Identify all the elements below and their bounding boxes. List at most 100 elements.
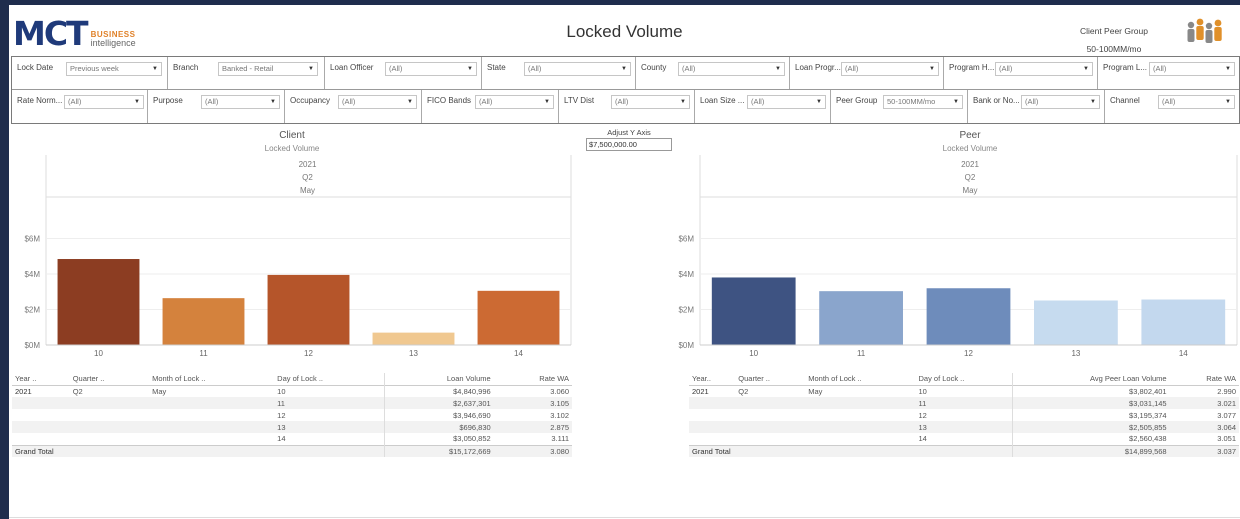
filter-fico-bands: FICO Bands (All) ▼ bbox=[422, 90, 559, 123]
peer-x-tick-label: 12 bbox=[964, 349, 973, 358]
volume-cell: $4,840,996 bbox=[453, 386, 491, 396]
branch-dropdown[interactable]: Banked - Retail ▼ bbox=[218, 62, 318, 76]
table-row: 11 $3,031,145 3.021 bbox=[689, 397, 1239, 409]
chevron-down-icon: ▼ bbox=[308, 66, 314, 72]
filter-ltv-dist: LTV Dist (All) ▼ bbox=[559, 90, 695, 123]
volume-cell: $696,830 bbox=[459, 422, 491, 432]
peer-chart-subtitle: Locked Volume bbox=[942, 144, 998, 153]
column-header[interactable]: Quarter .. bbox=[735, 373, 805, 385]
column-header[interactable]: Loan Volume bbox=[384, 373, 496, 385]
column-header[interactable]: Month of Lock .. bbox=[805, 373, 915, 385]
bank-or-no-dropdown[interactable]: (All) ▼ bbox=[1021, 95, 1100, 109]
column-header[interactable]: Day of Lock .. bbox=[915, 373, 1014, 385]
peer-bar-10[interactable] bbox=[711, 277, 796, 345]
peer-y-tick-label: $2M bbox=[678, 305, 694, 314]
rate-cell: 2.875 bbox=[550, 422, 569, 432]
program-h-dropdown[interactable]: (All) ▼ bbox=[995, 62, 1093, 76]
table-row: 13 $2,505,855 3.064 bbox=[689, 421, 1239, 433]
column-header[interactable]: Avg Peer Loan Volume bbox=[1013, 373, 1173, 385]
occupancy-dropdown[interactable]: (All) ▼ bbox=[338, 95, 417, 109]
filter-label: Loan Officer bbox=[330, 63, 374, 72]
program-l-dropdown[interactable]: (All) ▼ bbox=[1149, 62, 1235, 76]
filter-bank-or-no: Bank or No... (All) ▼ bbox=[968, 90, 1105, 123]
column-header[interactable]: Rate WA bbox=[1173, 373, 1239, 385]
filter-occupancy: Occupancy (All) ▼ bbox=[285, 90, 422, 123]
ltv-dist-dropdown[interactable]: (All) ▼ bbox=[611, 95, 690, 109]
column-header[interactable]: Year.. bbox=[689, 373, 735, 385]
filter-row-2: Rate Norm... (All) ▼ Purpose (All) ▼ Occup… bbox=[12, 90, 1239, 123]
peer-y-tick-label: $4M bbox=[678, 270, 694, 279]
peer-bar-13[interactable] bbox=[1034, 300, 1118, 345]
total-rate-cell: 3.080 bbox=[550, 446, 569, 456]
client-bar-12[interactable] bbox=[267, 274, 350, 345]
volume-cell: $2,560,438 bbox=[1129, 434, 1167, 444]
chevron-down-icon: ▼ bbox=[929, 66, 935, 72]
rate-cell: 3.105 bbox=[550, 398, 569, 408]
state-dropdown[interactable]: (All) ▼ bbox=[524, 62, 631, 76]
column-header[interactable]: Quarter .. bbox=[70, 373, 149, 385]
adjust-y-axis-input[interactable]: $7,500,000.00 bbox=[586, 138, 672, 151]
column-header[interactable]: Year .. bbox=[12, 373, 70, 385]
client-bar-14[interactable] bbox=[477, 290, 560, 345]
filter-peer-group: Peer Group 50-100MM/mo ▼ bbox=[831, 90, 968, 123]
grand-total-label: Grand Total bbox=[12, 445, 385, 457]
filter-label: Loan Size ... bbox=[700, 96, 745, 105]
dashboard-header: MCT BUSINESS intelligence Locked Volume … bbox=[9, 5, 1240, 57]
client-bar-11[interactable] bbox=[162, 298, 245, 345]
filter-label: Program H... bbox=[949, 63, 995, 72]
filter-label: FICO Bands bbox=[427, 96, 472, 105]
peer-group-dropdown[interactable]: 50-100MM/mo ▼ bbox=[883, 95, 963, 109]
client-x-tick-label: 14 bbox=[514, 349, 523, 358]
chevron-down-icon: ▼ bbox=[407, 99, 413, 105]
column-header[interactable]: Day of Lock .. bbox=[274, 373, 385, 385]
peer-x-tick-label: 13 bbox=[1071, 349, 1080, 358]
day-cell: 13 bbox=[274, 421, 385, 433]
fico-bands-dropdown[interactable]: (All) ▼ bbox=[475, 95, 554, 109]
rate-cell: 2.990 bbox=[1217, 386, 1236, 396]
client-bar-10[interactable] bbox=[57, 259, 140, 345]
rate-cell: 3.060 bbox=[550, 386, 569, 396]
filter-bar: Lock Date Previous week ▼ Branch Banked -… bbox=[11, 56, 1240, 124]
column-header[interactable]: Month of Lock .. bbox=[149, 373, 274, 385]
filter-loan-program: Loan Progr... (All) ▼ bbox=[790, 57, 944, 89]
purpose-dropdown[interactable]: (All) ▼ bbox=[201, 95, 280, 109]
table-row: 13 $696,830 2.875 bbox=[12, 421, 572, 433]
chevron-down-icon: ▼ bbox=[270, 99, 276, 105]
peer-bar-11[interactable] bbox=[819, 291, 903, 345]
client-bar-13[interactable] bbox=[372, 332, 455, 345]
day-cell: 10 bbox=[915, 385, 1014, 397]
table-row: 2021 Q2 May 10 $4,840,996 3.060 bbox=[12, 385, 572, 397]
filter-label: Lock Date bbox=[17, 63, 54, 72]
filter-label: Channel bbox=[1110, 96, 1140, 105]
client-y-tick-label: $2M bbox=[24, 305, 40, 314]
column-header[interactable]: Rate WA bbox=[497, 373, 572, 385]
peer-bar-12[interactable] bbox=[926, 288, 1011, 345]
filter-county: County (All) ▼ bbox=[636, 57, 790, 89]
filter-label: Program L... bbox=[1103, 63, 1148, 72]
filter-label: State bbox=[487, 63, 506, 72]
filter-label: LTV Dist bbox=[564, 96, 595, 105]
channel-dropdown[interactable]: (All) ▼ bbox=[1158, 95, 1235, 109]
loan-program-dropdown[interactable]: (All) ▼ bbox=[841, 62, 939, 76]
loan-officer-dropdown[interactable]: (All) ▼ bbox=[385, 62, 477, 76]
client-y-tick-label: $6M bbox=[24, 234, 40, 243]
chevron-down-icon: ▼ bbox=[544, 99, 550, 105]
loan-size-dropdown[interactable]: (All) ▼ bbox=[747, 95, 826, 109]
month-cell: May bbox=[152, 386, 167, 396]
rate-cell: 3.051 bbox=[1217, 434, 1236, 444]
total-volume-cell: $15,172,669 bbox=[448, 446, 491, 456]
filter-channel: Channel (All) ▼ bbox=[1105, 90, 1240, 123]
rate-cell: 3.021 bbox=[1217, 398, 1236, 408]
total-volume-cell: $14,899,568 bbox=[1124, 446, 1167, 456]
month-cell: May bbox=[808, 386, 823, 396]
grand-total-row: Grand Total $14,899,568 3.037 bbox=[689, 445, 1239, 457]
rate-norm-dropdown[interactable]: (All) ▼ bbox=[64, 95, 144, 109]
filter-label: Bank or No... bbox=[973, 96, 1020, 105]
lock-date-dropdown[interactable]: Previous week ▼ bbox=[66, 62, 162, 76]
filter-state: State (All) ▼ bbox=[482, 57, 636, 89]
day-cell: 11 bbox=[274, 397, 385, 409]
peer-bar-14[interactable] bbox=[1141, 299, 1226, 345]
filter-program-h: Program H... (All) ▼ bbox=[944, 57, 1098, 89]
county-dropdown[interactable]: (All) ▼ bbox=[678, 62, 785, 76]
filter-program-l: Program L... (All) ▼ bbox=[1098, 57, 1240, 89]
